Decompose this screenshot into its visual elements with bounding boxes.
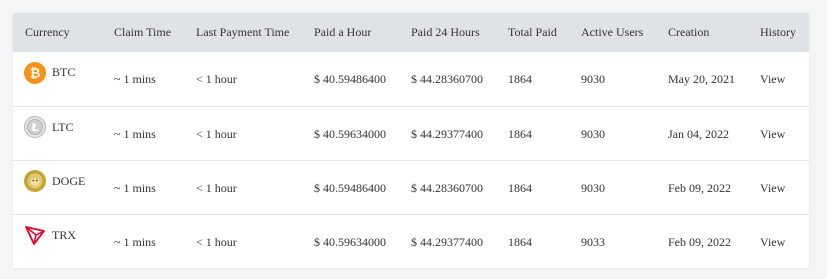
view-history-link[interactable]: View xyxy=(760,181,785,195)
paid-hour: $ 40.59486400 xyxy=(314,72,386,87)
col-total-paid: Total Paid xyxy=(508,25,557,39)
bitcoin-icon: ₿ xyxy=(24,61,46,84)
claim-time: ~ 1 mins xyxy=(114,126,156,141)
col-claim-time: Claim Time xyxy=(114,25,172,39)
col-creation: Creation xyxy=(668,25,710,39)
paid-hour: $ 40.59634000 xyxy=(314,126,386,141)
claim-time: ~ 1 mins xyxy=(114,72,156,87)
tron-icon xyxy=(24,224,46,246)
active-users: 9030 xyxy=(581,180,605,195)
col-paid-24-hours: Paid 24 Hours xyxy=(411,25,480,39)
view-history-link[interactable]: View xyxy=(760,72,785,86)
total-paid: 1864 xyxy=(508,126,532,141)
col-active-users: Active Users xyxy=(581,25,644,39)
currency-name: BTC xyxy=(52,65,76,80)
col-currency: Currency xyxy=(25,25,70,39)
paid-hour: $ 40.59486400 xyxy=(314,180,386,195)
last-payment-time: < 1 hour xyxy=(196,234,237,249)
creation-date: May 20, 2021 xyxy=(668,72,735,87)
view-history-link[interactable]: View xyxy=(760,127,785,141)
active-users: 9030 xyxy=(581,72,605,87)
claim-time: ~ 1 mins xyxy=(114,234,156,249)
col-paid-hour: Paid a Hour xyxy=(314,25,372,39)
active-users: 9033 xyxy=(581,234,605,249)
svg-text:Ł: Ł xyxy=(30,121,38,134)
currency-cell: ₿ BTC xyxy=(24,61,102,84)
currency-cell: TRX xyxy=(24,224,102,246)
view-history-link[interactable]: View xyxy=(760,235,785,249)
creation-date: Feb 09, 2022 xyxy=(668,234,731,249)
paid-24-hours: $ 44.29377400 xyxy=(411,126,483,141)
active-users: 9030 xyxy=(581,126,605,141)
col-last-payment-time: Last Payment Time xyxy=(196,25,290,39)
table-row: ₿ BTC ~ 1 mins < 1 hour $ 40.59486400 $ … xyxy=(13,52,809,106)
table-row: DOGE ~ 1 mins < 1 hour $ 40.59486400 $ 4… xyxy=(13,160,809,214)
paid-24-hours: $ 44.28360700 xyxy=(411,180,483,195)
currency-name: DOGE xyxy=(52,173,86,188)
claim-time: ~ 1 mins xyxy=(114,180,156,195)
creation-date: Feb 09, 2022 xyxy=(668,180,731,195)
dogecoin-icon xyxy=(24,170,46,192)
total-paid: 1864 xyxy=(508,72,532,87)
col-history: History xyxy=(760,25,796,39)
paid-24-hours: $ 44.29377400 xyxy=(411,234,483,249)
table-row: Ł LTC ~ 1 mins < 1 hour $ 40.59634000 $ … xyxy=(13,106,809,160)
last-payment-time: < 1 hour xyxy=(196,126,237,141)
last-payment-time: < 1 hour xyxy=(196,180,237,195)
total-paid: 1864 xyxy=(508,234,532,249)
currency-name: TRX xyxy=(52,227,76,242)
litecoin-icon: Ł xyxy=(24,116,46,138)
faucet-table: Currency Claim Time Last Payment Time Pa… xyxy=(13,13,809,268)
currency-cell: DOGE xyxy=(24,170,102,192)
svg-text:₿: ₿ xyxy=(30,66,41,81)
table-header-row: Currency Claim Time Last Payment Time Pa… xyxy=(13,13,809,52)
currency-name: LTC xyxy=(52,119,74,134)
paid-24-hours: $ 44.28360700 xyxy=(411,72,483,87)
creation-date: Jan 04, 2022 xyxy=(668,126,729,141)
table-row: TRX ~ 1 mins < 1 hour $ 40.59634000 $ 44… xyxy=(13,214,809,268)
total-paid: 1864 xyxy=(508,180,532,195)
currency-cell: Ł LTC xyxy=(24,116,102,138)
faucet-table-card: Currency Claim Time Last Payment Time Pa… xyxy=(13,13,809,268)
paid-hour: $ 40.59634000 xyxy=(314,234,386,249)
last-payment-time: < 1 hour xyxy=(196,72,237,87)
